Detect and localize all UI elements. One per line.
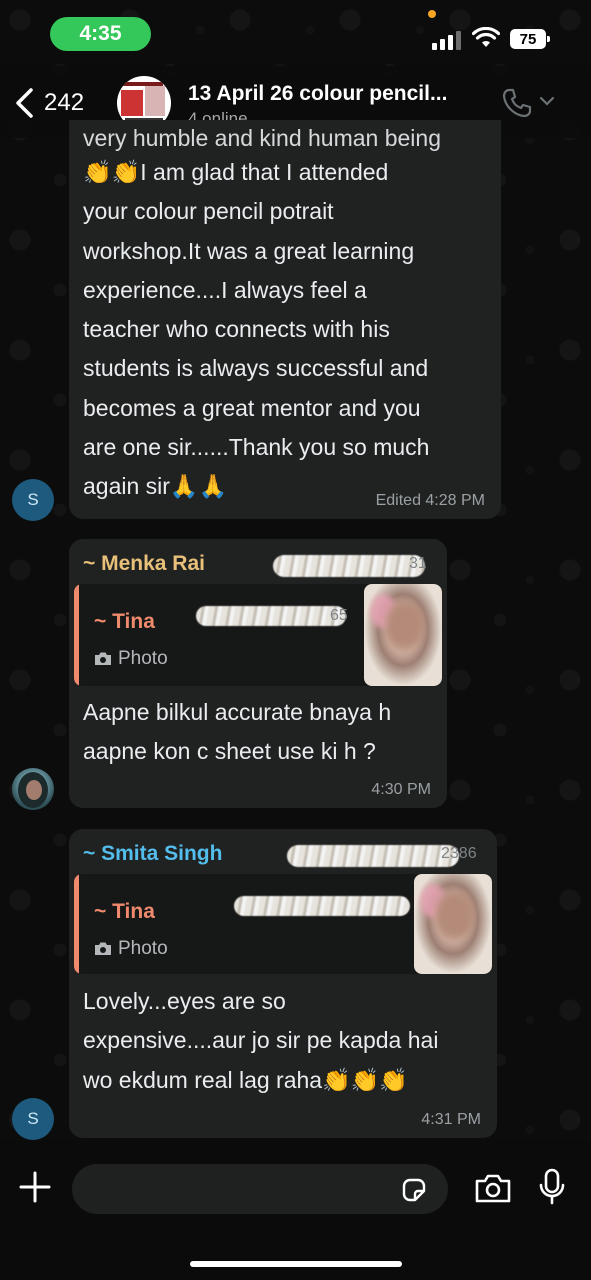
quoted-sender: ~ Tina: [94, 610, 155, 633]
camera-icon[interactable]: [474, 1172, 512, 1204]
status-time: 4:35: [50, 17, 151, 51]
quoted-message[interactable]: ~ Tina 65 Photo: [74, 584, 442, 686]
message-bubble[interactable]: very humble and kind human being 👏👏I am …: [69, 120, 501, 519]
sender-avatar[interactable]: S: [12, 479, 54, 521]
status-bar: 4:35 75: [0, 0, 591, 66]
quote-accent-bar: [74, 874, 79, 974]
masked-phone-number: [234, 896, 410, 916]
message-timestamp: 4:30 PM: [371, 781, 431, 798]
back-button[interactable]: 242: [10, 84, 84, 122]
masked-phone-number: [287, 845, 459, 867]
message-text: Lovely...eyes are so expensive....aur jo…: [83, 988, 439, 1093]
camera-small-icon: [95, 942, 111, 956]
phone-tail: 31: [409, 555, 427, 572]
sticker-icon[interactable]: [400, 1176, 428, 1204]
quoted-sender: ~ Tina: [94, 900, 155, 923]
message-bubble[interactable]: ~ Smita Singh 2386 ~ Tina Photo Lovely..…: [69, 829, 497, 1138]
plus-icon[interactable]: [18, 1170, 52, 1204]
group-title[interactable]: 13 April 26 colour pencil...: [188, 82, 447, 106]
sender-avatar[interactable]: [12, 768, 54, 810]
sender-name[interactable]: ~ Smita Singh: [83, 841, 222, 867]
quoted-type: Photo: [94, 929, 168, 968]
message-text: 👏👏I am glad that I attended your colour …: [83, 159, 430, 500]
chevron-down-icon[interactable]: [539, 94, 555, 108]
phone-call-icon[interactable]: [500, 86, 534, 120]
quote-accent-bar: [74, 584, 79, 686]
message-text: Aapne bilkul accurate bnaya h aapne kon …: [83, 699, 392, 765]
quoted-photo-thumbnail[interactable]: [414, 874, 492, 974]
sender-name[interactable]: ~ Menka Rai: [83, 551, 205, 577]
wifi-icon: [472, 27, 500, 47]
chevron-left-icon: [16, 88, 33, 118]
privacy-indicator: [428, 10, 436, 18]
phone-tail: 65: [330, 607, 348, 624]
quoted-photo-thumbnail[interactable]: [364, 584, 442, 686]
phone-tail: 2386: [441, 845, 477, 862]
quoted-type: Photo: [94, 639, 168, 678]
quoted-message[interactable]: ~ Tina Photo: [74, 874, 492, 974]
microphone-icon[interactable]: [538, 1168, 566, 1206]
camera-small-icon: [95, 652, 111, 666]
message-composer: [0, 1140, 591, 1280]
masked-phone-number: [273, 555, 425, 577]
unread-count: 242: [44, 89, 85, 116]
message-bubble[interactable]: ~ Menka Rai 31 ~ Tina 65 Photo Aapne bil…: [69, 539, 447, 808]
message-timestamp: 4:31 PM: [421, 1111, 481, 1128]
signal-icon: [432, 30, 462, 50]
home-indicator[interactable]: [190, 1261, 402, 1267]
masked-phone-number: [196, 606, 346, 626]
message-timestamp: Edited 4:28 PM: [375, 492, 485, 509]
sender-avatar[interactable]: S: [12, 1098, 54, 1140]
battery-indicator: 75: [510, 29, 550, 49]
message-input[interactable]: [72, 1164, 448, 1214]
